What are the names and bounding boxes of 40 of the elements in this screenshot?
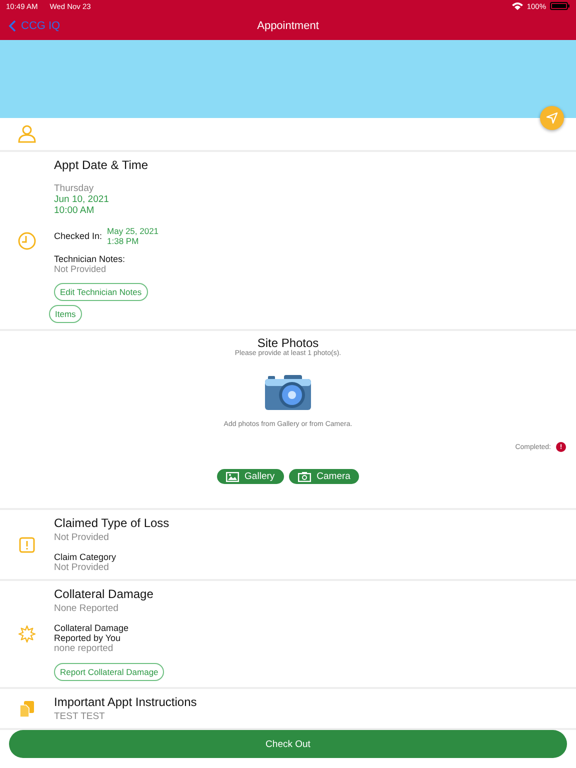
camera-icon	[298, 472, 311, 482]
loss-value: Not Provided	[54, 532, 109, 543]
section-title: Collateral Damage	[54, 587, 154, 601]
appt-time: 10:00 AM	[54, 205, 94, 216]
edit-notes-button[interactable]: Edit Technician Notes	[54, 283, 148, 301]
section-title: Appt Date & Time	[54, 158, 148, 172]
screen-title: Appointment	[257, 20, 319, 32]
checked-in-label: Checked In:	[54, 231, 102, 241]
camera-icon	[265, 375, 311, 411]
notes-value: Not Provided	[54, 264, 106, 274]
chevron-icon	[8, 20, 16, 32]
checked-in-time: 1:38 PM	[107, 236, 140, 246]
location-button[interactable]	[540, 106, 564, 130]
check-out-button[interactable]: Check Out	[9, 730, 567, 758]
wifi-icon	[512, 2, 523, 10]
collateral-value: None Reported	[54, 603, 118, 614]
category-value: Not Provided	[54, 562, 109, 573]
report-damage-button[interactable]: Report Collateral Damage	[54, 663, 164, 681]
reported-label: Collateral Damage Reported by You	[54, 623, 129, 643]
appt-weekday: Thursday	[54, 183, 94, 194]
section-title: Claimed Type of Loss	[54, 516, 170, 530]
documents-icon	[20, 700, 34, 716]
checked-in-date: May 25, 2021	[107, 226, 159, 236]
clock-icon	[18, 232, 36, 250]
burst-icon	[18, 625, 36, 643]
section-title: Important Appt Instructions	[54, 695, 197, 709]
section-title: Site Photos	[257, 336, 319, 350]
reported-value: none reported	[54, 643, 114, 654]
gallery-button[interactable]: Gallery	[216, 469, 284, 484]
camera-button[interactable]: Camera	[288, 469, 360, 484]
appt-date: Jun 10, 2021	[54, 194, 109, 205]
items-button[interactable]: Items	[49, 305, 82, 323]
image-icon	[226, 472, 239, 482]
warning-icon	[19, 536, 35, 552]
arrow-icon	[546, 112, 558, 124]
category-label: Claim Category	[54, 552, 116, 562]
person-icon	[18, 125, 36, 144]
notes-label: Technician Notes:	[54, 254, 126, 264]
battery-icon	[550, 2, 570, 10]
instructions-value: TEST TEST	[54, 711, 105, 722]
